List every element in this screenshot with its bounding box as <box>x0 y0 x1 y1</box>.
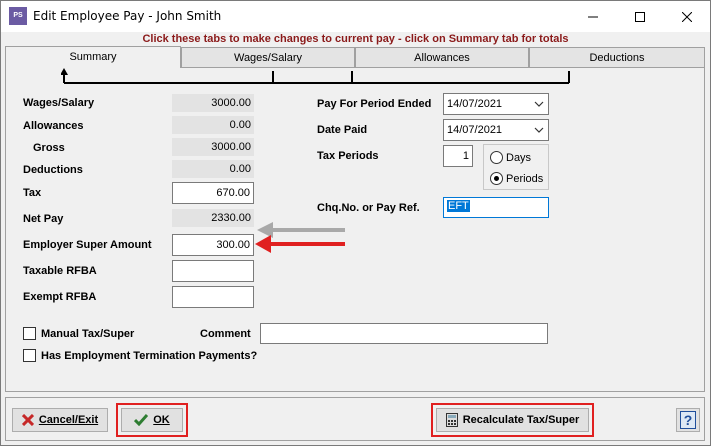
tab-hint: Click these tabs to make changes to curr… <box>142 33 569 45</box>
exempt-rfba-label: Exempt RFBA <box>23 291 97 303</box>
comment-input[interactable] <box>260 323 548 344</box>
tax-periods-label: Tax Periods <box>317 150 379 162</box>
calculator-icon <box>445 413 458 427</box>
date-paid-label: Date Paid <box>317 124 368 136</box>
tax-input[interactable]: 670.00 <box>172 182 254 204</box>
maximize-icon <box>635 11 645 22</box>
employer-super-input[interactable]: 300.00 <box>172 234 254 256</box>
checkmark-icon <box>134 414 149 426</box>
gross-label: Gross <box>33 142 65 154</box>
pay-ref-value: EFT <box>447 200 470 212</box>
close-icon <box>682 11 692 22</box>
radio-periods[interactable] <box>490 172 503 185</box>
maximize-button[interactable] <box>617 1 663 32</box>
pay-ref-input[interactable]: EFT <box>443 197 549 218</box>
period-ended-label: Pay For Period Ended <box>317 98 432 110</box>
comment-label: Comment <box>200 328 251 340</box>
close-button[interactable] <box>664 1 710 32</box>
pay-ref-label: Chq.No. or Pay Ref. <box>317 202 420 214</box>
period-ended-select[interactable]: 14/07/2021 <box>443 93 549 115</box>
tab-bracket-arrow-icon <box>61 68 570 84</box>
period-ended-value: 14/07/2021 <box>447 98 503 110</box>
deductions-label: Deductions <box>23 164 83 176</box>
tab-summary[interactable]: Summary <box>5 46 181 68</box>
radio-days-label: Days <box>506 152 532 164</box>
button-bar <box>5 397 705 441</box>
cancel-exit-button[interactable]: Cancel/Exit <box>12 408 108 432</box>
radio-days[interactable] <box>490 151 503 164</box>
chevron-down-icon <box>534 127 544 133</box>
employer-super-label: Employer Super Amount <box>23 239 152 251</box>
tab-allowances[interactable]: Allowances <box>355 47 529 68</box>
radio-periods-label: Periods <box>506 173 544 185</box>
net-pay-value: 2330.00 <box>172 209 254 227</box>
help-icon: ? <box>680 411 696 429</box>
tab-strip: Summary Wages/Salary Allowances Deductio… <box>5 46 705 68</box>
taxable-rfba-input[interactable] <box>172 260 254 282</box>
etp-label: Has Employment Termination Payments? <box>41 350 258 362</box>
window-title: Edit Employee Pay - John Smith <box>33 9 222 23</box>
recalculate-button[interactable]: Recalculate Tax/Super <box>436 408 589 432</box>
tab-wages-salary[interactable]: Wages/Salary <box>181 47 355 68</box>
tax-label: Tax <box>23 187 42 199</box>
ok-button[interactable]: OK <box>121 408 183 432</box>
minimize-button[interactable] <box>570 1 616 32</box>
ok-label: OK <box>153 414 170 426</box>
taxable-rfba-label: Taxable RFBA <box>23 265 97 277</box>
date-paid-select[interactable]: 14/07/2021 <box>443 119 549 141</box>
chevron-down-icon <box>534 101 544 107</box>
etp-checkbox[interactable] <box>23 349 36 362</box>
allowances-label: Allowances <box>23 120 84 132</box>
x-mark-icon <box>21 414 34 426</box>
exempt-rfba-input[interactable] <box>172 286 254 308</box>
wages-value: 3000.00 <box>172 94 254 112</box>
recalculate-label: Recalculate Tax/Super <box>462 414 580 426</box>
minimize-icon <box>588 16 598 17</box>
app-icon: PS <box>9 7 27 25</box>
cancel-exit-label: Cancel/Exit <box>38 414 99 426</box>
manual-tax-checkbox[interactable] <box>23 327 36 340</box>
deductions-value: 0.00 <box>172 160 254 178</box>
gross-value: 3000.00 <box>172 138 254 156</box>
allowances-value: 0.00 <box>172 116 254 134</box>
edit-employee-pay-window: PS Edit Employee Pay - John Smith Click … <box>0 0 711 446</box>
tax-periods-input[interactable]: 1 <box>443 145 473 167</box>
tab-deductions[interactable]: Deductions <box>529 47 705 68</box>
net-pay-label: Net Pay <box>23 213 64 225</box>
help-button[interactable]: ? <box>676 408 700 432</box>
title-bar: PS Edit Employee Pay - John Smith <box>1 1 710 32</box>
date-paid-value: 14/07/2021 <box>447 124 503 136</box>
svg-text:?: ? <box>684 412 693 428</box>
wages-label: Wages/Salary <box>23 97 95 109</box>
manual-tax-label: Manual Tax/Super <box>41 328 135 340</box>
